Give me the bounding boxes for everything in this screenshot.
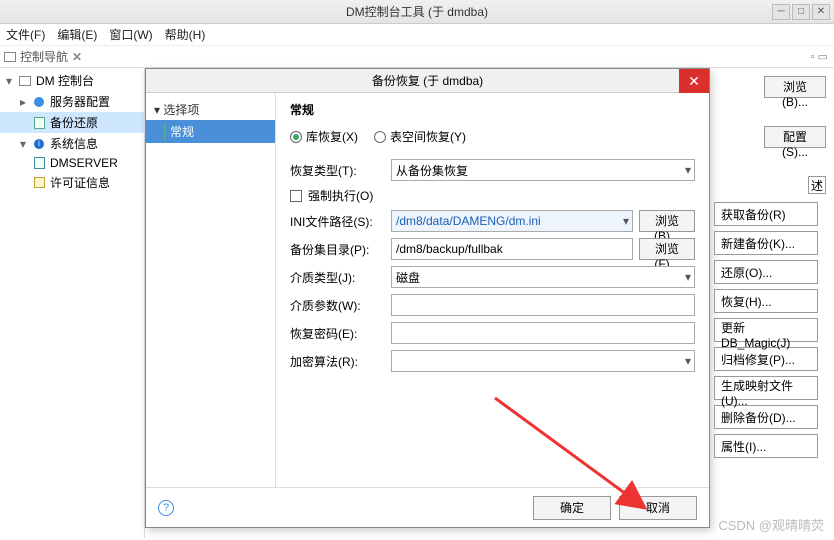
bakdir-label: 备份集目录(P):: [290, 241, 385, 258]
info-icon: i: [32, 137, 46, 151]
browse-bakdir-button[interactable]: 浏览(F)...: [639, 238, 695, 260]
dialog-titlebar: 备份恢复 (于 dmdba) ✕: [146, 69, 709, 93]
radio-tablespace-restore[interactable]: 表空间恢复(Y): [374, 128, 466, 145]
nav-tabbar: 控制导航 ✕: [0, 46, 834, 68]
nav-tab-label[interactable]: 控制导航: [20, 48, 68, 65]
browse-button[interactable]: 浏览(B)...: [764, 76, 826, 98]
force-exec-label: 强制执行(O): [308, 187, 373, 204]
radio-icon: [290, 131, 302, 143]
menu-window[interactable]: 窗口(W): [109, 26, 152, 43]
restore-button[interactable]: 还原(O)...: [714, 260, 818, 284]
tree-label: 服务器配置: [50, 93, 110, 110]
properties-button[interactable]: 属性(I)...: [714, 434, 818, 458]
caret-down-icon: ▾: [623, 214, 629, 228]
media-param-input[interactable]: [391, 294, 695, 316]
console-icon: [18, 74, 32, 88]
tree-label: DMSERVER: [50, 156, 118, 170]
new-backup-button[interactable]: 新建备份(K)...: [714, 231, 818, 255]
nav-tab-close-icon[interactable]: ✕: [72, 50, 82, 64]
caret-down-icon: ▾: [18, 137, 28, 151]
recovery-type-label: 恢复类型(T):: [290, 162, 385, 179]
gen-mapfile-button[interactable]: 生成映射文件(U)...: [714, 376, 818, 400]
delete-backup-button[interactable]: 删除备份(D)...: [714, 405, 818, 429]
menu-edit[interactable]: 编辑(E): [57, 26, 97, 43]
dialog-close-button[interactable]: ✕: [679, 69, 709, 93]
key-icon: [32, 176, 46, 190]
tree-item-server-config[interactable]: ▸ 服务器配置: [0, 91, 144, 112]
dialog-nav-header: ▾ 选择项: [146, 99, 275, 120]
tree-item-license[interactable]: 许可证信息: [0, 172, 144, 193]
tree-item-dmserver[interactable]: DMSERVER: [0, 154, 144, 172]
gear-icon: [32, 95, 46, 109]
section-title: 常规: [290, 101, 695, 118]
cancel-button[interactable]: 取消: [619, 496, 697, 520]
ini-path-label: INI文件路径(S):: [290, 213, 385, 230]
ini-path-input[interactable]: ▾: [391, 210, 633, 232]
tree-item-backup-restore[interactable]: 备份还原: [0, 112, 144, 133]
caret-down-icon: ▾: [4, 74, 14, 88]
radio-db-restore[interactable]: 库恢复(X): [290, 128, 358, 145]
menu-file[interactable]: 文件(F): [6, 26, 45, 43]
dialog-title: 备份恢复 (于 dmdba): [372, 72, 483, 89]
recovery-pwd-label: 恢复密码(E):: [290, 325, 385, 342]
tree-root[interactable]: ▾ DM 控制台: [0, 70, 144, 91]
config-button[interactable]: 配置(S)...: [764, 126, 826, 148]
help-icon[interactable]: ?: [158, 500, 174, 516]
enc-algo-label: 加密算法(R):: [290, 353, 385, 370]
get-backup-button[interactable]: 获取备份(R): [714, 202, 818, 226]
panel-toolbar-icon[interactable]: ▫ ▭: [811, 50, 828, 63]
caret-updown-icon: ▾: [685, 270, 691, 284]
document-icon: [32, 116, 46, 130]
caret-updown-icon: ▾: [685, 163, 691, 177]
caret-down-icon: ▾: [685, 354, 691, 368]
radio-icon: [374, 131, 386, 143]
dialog-nav: ▾ 选择项 常规: [146, 93, 276, 487]
backup-restore-dialog: 备份恢复 (于 dmdba) ✕ ▾ 选择项 常规 常规 库恢复(X) 表空间恢…: [145, 68, 710, 528]
document-icon: [164, 125, 166, 139]
archive-repair-button[interactable]: 归档修复(P)...: [714, 347, 818, 371]
tree-label: 备份还原: [50, 114, 98, 131]
maximize-button[interactable]: □: [792, 4, 810, 20]
server-icon: [32, 156, 46, 170]
tree-label: 系统信息: [50, 135, 98, 152]
window-title: DM控制台工具 (于 dmdba): [346, 3, 488, 20]
dialog-content: 常规 库恢复(X) 表空间恢复(Y) 恢复类型(T): ▾: [276, 93, 709, 487]
enc-algo-select[interactable]: ▾: [391, 350, 695, 372]
browse-ini-button[interactable]: 浏览(B)...: [639, 210, 695, 232]
update-dbmagic-button[interactable]: 更新DB_Magic(J): [714, 318, 818, 342]
tree-root-label: DM 控制台: [36, 72, 94, 89]
media-type-label: 介质类型(J):: [290, 269, 385, 286]
recovery-pwd-input[interactable]: [391, 322, 695, 344]
dialog-nav-general[interactable]: 常规: [146, 120, 275, 143]
watermark: CSDN @观晴晴荧: [718, 515, 824, 534]
menu-help[interactable]: 帮助(H): [165, 26, 206, 43]
caret-right-icon: ▸: [18, 95, 28, 109]
sidebar-tree: ▾ DM 控制台 ▸ 服务器配置 备份还原 ▾ i 系统信息 DMSERVER …: [0, 68, 145, 538]
menubar: 文件(F) 编辑(E) 窗口(W) 帮助(H): [0, 24, 834, 46]
right-action-panel: 浏览(B)... 配置(S)... 述 获取备份(R) 新建备份(K)... 还…: [714, 68, 834, 463]
recover-button[interactable]: 恢复(H)...: [714, 289, 818, 313]
close-button[interactable]: ✕: [812, 4, 830, 20]
tree-label: 许可证信息: [50, 174, 110, 191]
nav-tab-icon: [4, 52, 16, 62]
force-exec-checkbox[interactable]: [290, 190, 302, 202]
media-param-label: 介质参数(W):: [290, 297, 385, 314]
ok-button[interactable]: 确定: [533, 496, 611, 520]
desc-header-cell: 述: [808, 176, 826, 194]
recovery-type-select[interactable]: ▾: [391, 159, 695, 181]
tree-item-system-info[interactable]: ▾ i 系统信息: [0, 133, 144, 154]
media-type-select[interactable]: ▾: [391, 266, 695, 288]
bakdir-input[interactable]: [391, 238, 633, 260]
window-titlebar: DM控制台工具 (于 dmdba) ─ □ ✕: [0, 0, 834, 24]
minimize-button[interactable]: ─: [772, 4, 790, 20]
